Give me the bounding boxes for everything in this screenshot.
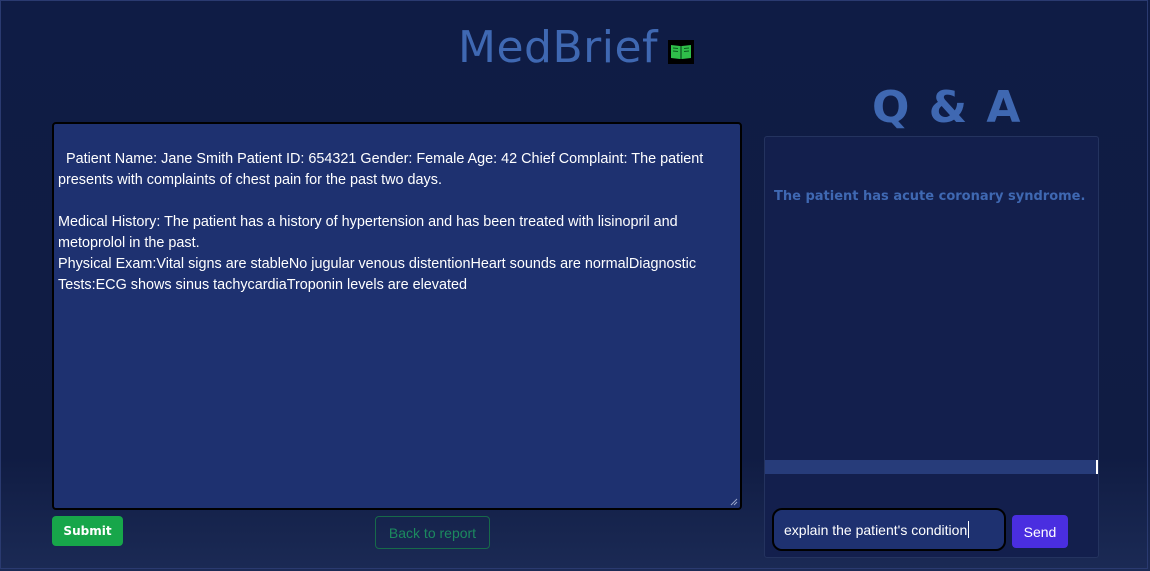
qa-answer-text: The patient has acute coronary syndrome. [774,189,1086,204]
question-input[interactable]: explain the patient's condition [772,508,1006,551]
back-to-report-button[interactable]: Back to report [375,516,490,549]
question-input-value: explain the patient's condition [784,521,968,538]
submit-button[interactable]: Submit [52,516,123,546]
report-textarea[interactable]: Patient Name: Jane Smith Patient ID: 654… [52,122,742,510]
app-header: MedBrief [458,22,695,73]
qa-panel: The patient has acute coronary syndrome. [764,136,1099,558]
resize-grip-icon[interactable] [730,498,738,506]
report-text: Patient Name: Jane Smith Patient ID: 654… [58,151,704,293]
qa-scrollbar[interactable] [765,460,1098,474]
text-caret [968,521,970,538]
open-book-icon [668,39,695,64]
send-button[interactable]: Send [1012,515,1068,548]
app-title: MedBrief [458,22,659,73]
qa-heading: Q & A [872,82,1023,133]
qa-scrollbar-edge [1096,460,1098,474]
